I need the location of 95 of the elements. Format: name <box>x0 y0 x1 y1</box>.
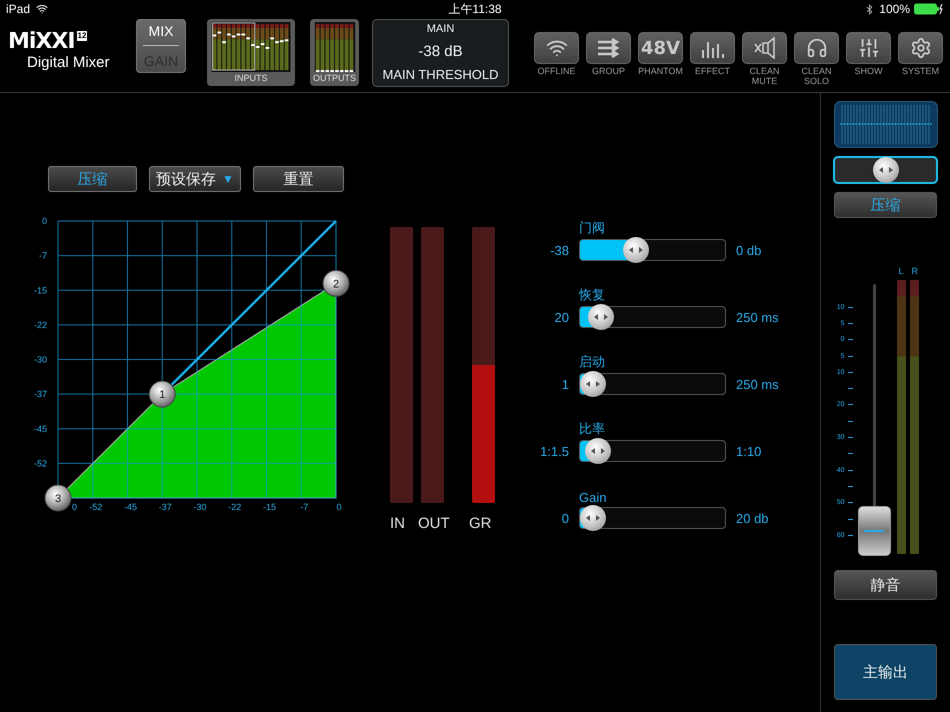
slider-label: 恢复 <box>579 286 606 304</box>
logo-subtitle: Digital Mixer <box>27 54 110 71</box>
speaker-icon <box>752 37 778 59</box>
slider-value: 20 <box>554 310 569 324</box>
preset-dropdown[interactable]: 预设保存 ▼ <box>149 166 241 192</box>
node-handle[interactable]: 3 <box>44 484 72 512</box>
fader-track[interactable] <box>856 284 892 556</box>
settings-icon <box>910 37 932 59</box>
toolbar-label: CLEAN SOLO <box>800 66 833 86</box>
slider-value: -38 <box>549 242 569 258</box>
slider-max: 250 ms <box>736 376 779 392</box>
slider-track[interactable] <box>579 373 726 395</box>
axis-label: -52 <box>89 502 102 512</box>
fader-handle[interactable] <box>858 506 890 556</box>
axis-label: -30 <box>34 354 47 364</box>
axis-label: -7 <box>38 250 47 261</box>
slider-label: 启动 <box>579 353 606 371</box>
device-name: iPad <box>6 2 30 16</box>
bluetooth-icon <box>864 4 876 14</box>
logo-badge: 12 <box>76 31 88 41</box>
axis-label: -22 <box>228 502 242 512</box>
toolbar-button[interactable] <box>898 32 944 64</box>
axis-label: -15 <box>34 285 47 296</box>
axis-label: -37 <box>34 389 47 400</box>
arrows-icon <box>596 38 622 58</box>
toolbar-button[interactable] <box>586 32 632 64</box>
channel-label: R <box>912 266 918 278</box>
axis-label: -52 <box>34 458 47 468</box>
slider-track[interactable] <box>579 440 726 462</box>
mode-button[interactable]: 压缩 <box>48 166 137 192</box>
toolbar-label: EFFECT <box>694 66 732 76</box>
slider-max: 0 db <box>736 242 762 258</box>
axis-label: 0 <box>336 502 342 512</box>
toolbar-label: PHANTOM <box>637 66 684 76</box>
slider-label: 比率 <box>579 420 606 438</box>
slider-label: 门阀 <box>579 219 606 237</box>
slider-thumb[interactable] <box>580 505 606 531</box>
display-caption: MAIN THRESHOLD <box>382 67 499 82</box>
meter-label: GR <box>469 515 492 532</box>
slider-thumb[interactable] <box>622 237 649 263</box>
sliders-icon <box>858 37 880 59</box>
slider-thumb[interactable] <box>588 304 614 330</box>
axis-label: 0 <box>42 216 47 226</box>
display-value: -38 dB <box>418 42 463 60</box>
slider-track[interactable] <box>579 239 726 261</box>
slider-value: 1 <box>560 376 569 392</box>
node-handle[interactable]: 2 <box>322 270 350 297</box>
slider-thumb[interactable] <box>580 371 606 397</box>
toggle-option[interactable]: MIX <box>137 23 185 40</box>
axis-label: -45 <box>34 424 47 434</box>
axis-label: -15 <box>263 502 276 512</box>
slider-max: 20 db <box>736 510 770 526</box>
toolbar-button[interactable] <box>534 32 580 64</box>
axis-label: -45 <box>124 502 137 512</box>
battery-icon <box>914 3 944 15</box>
mute-button[interactable]: 静音 <box>834 570 937 600</box>
axis-label: -22 <box>34 320 47 330</box>
meter-label: OUT <box>418 515 451 532</box>
axis-label: 0 <box>72 502 78 512</box>
toolbar-label: SYSTEM <box>901 66 940 76</box>
slider-label: Gain <box>579 490 608 505</box>
toolbar-button[interactable]: 48V <box>638 32 684 64</box>
slider-thumb[interactable] <box>584 438 611 464</box>
clock: 上午11:38 <box>448 0 502 18</box>
slider-track[interactable] <box>579 306 726 328</box>
slider-value: 1:1.5 <box>539 444 569 458</box>
pan-knob[interactable] <box>833 156 938 184</box>
toolbar-button[interactable] <box>742 32 788 64</box>
toolbar-label: CLEAN MUTE <box>748 66 781 86</box>
channel-label: L <box>898 266 905 278</box>
toolbar-label: OFFLINE <box>536 66 577 76</box>
toolbar-label: SHOW <box>854 66 884 76</box>
toolbar-button[interactable] <box>794 32 840 64</box>
axis-label: -7 <box>300 502 308 512</box>
meter-view-button[interactable]: INPUTS <box>207 19 295 86</box>
mode-button[interactable]: 压缩 <box>834 192 937 218</box>
axis-label: -37 <box>158 502 172 512</box>
slider-track[interactable] <box>579 507 726 529</box>
output-button[interactable]: 主输出 <box>834 644 937 700</box>
toolbar-label: GROUP <box>591 66 626 76</box>
meter-view-button[interactable]: OUTPUTS <box>310 19 360 86</box>
axis-label: -30 <box>194 502 206 512</box>
slider-max: 250 ms <box>736 310 779 324</box>
headphones-icon <box>806 37 828 59</box>
display-title: MAIN <box>426 23 454 35</box>
slider-value: 0 <box>560 510 569 526</box>
slider-max: 1:10 <box>736 444 762 458</box>
logo-mark: MiXXI <box>8 31 75 53</box>
toolbar-button[interactable] <box>846 32 892 64</box>
battery-percent: 100% <box>879 2 910 16</box>
meter-label: IN <box>390 515 406 532</box>
toolbar-button[interactable] <box>690 32 736 64</box>
meter-thumbnail-drawing <box>314 22 356 72</box>
reset-button[interactable]: 重置 <box>253 166 344 192</box>
node-handle[interactable]: 1 <box>148 380 176 408</box>
